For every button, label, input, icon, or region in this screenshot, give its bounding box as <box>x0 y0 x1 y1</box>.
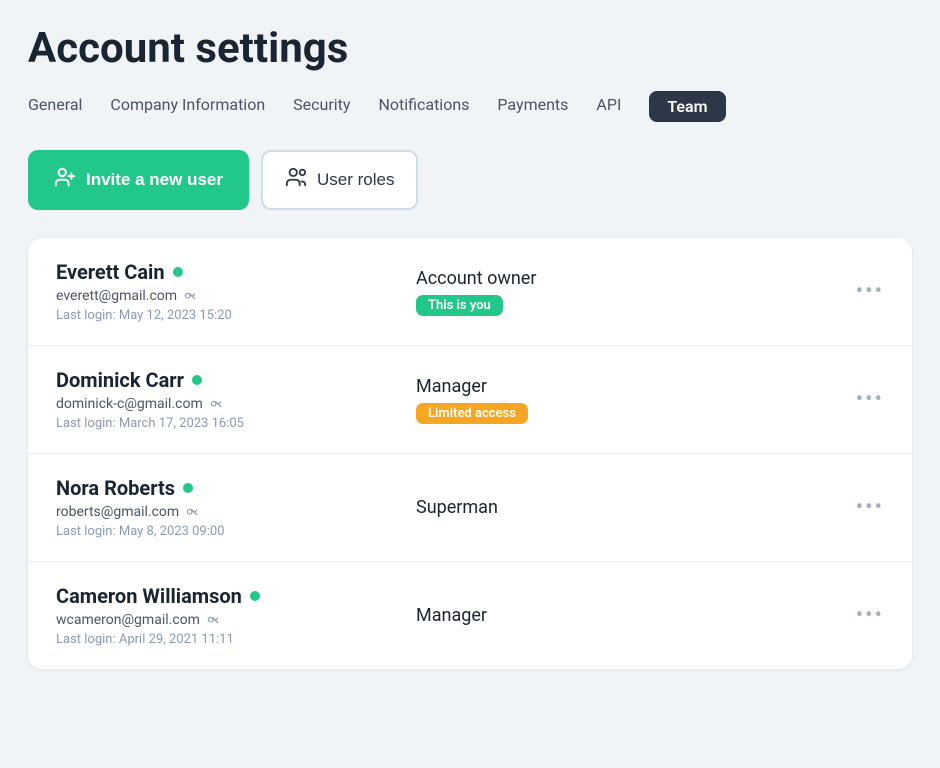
online-status-indicator <box>173 267 183 277</box>
user-name: Nora Roberts <box>56 476 175 500</box>
invite-icon <box>54 166 76 194</box>
invite-new-user-button[interactable]: Invite a new user <box>28 150 249 210</box>
user-email: everett@gmail.com <box>56 288 177 304</box>
user-info: Dominick Carr dominick-c@gmail.com Last lo… <box>56 368 376 431</box>
table-row: Everett Cain everett@gmail.com Last login:… <box>28 238 912 346</box>
user-email: wcameron@gmail.com <box>56 612 200 628</box>
user-name: Everett Cain <box>56 260 165 284</box>
more-options-button[interactable]: ••• <box>856 603 884 628</box>
roles-button-label: User roles <box>317 170 394 190</box>
tab-nav: General Company Information Security Notifi… <box>28 91 912 122</box>
more-options-button[interactable]: ••• <box>856 387 884 412</box>
user-name: Dominick Carr <box>56 368 184 392</box>
key-icon <box>185 503 199 521</box>
user-role: Manager <box>416 605 616 626</box>
action-bar: Invite a new user User roles <box>28 150 912 210</box>
last-login: Last login: May 12, 2023 15:20 <box>56 308 376 323</box>
tab-security[interactable]: Security <box>293 91 350 122</box>
user-info: Everett Cain everett@gmail.com Last login:… <box>56 260 376 323</box>
user-email: roberts@gmail.com <box>56 504 179 520</box>
this-is-you-badge: This is you <box>416 295 503 316</box>
tab-general[interactable]: General <box>28 91 82 122</box>
tab-team[interactable]: Team <box>649 91 725 122</box>
roles-icon <box>285 166 307 194</box>
table-row: Dominick Carr dominick-c@gmail.com Last lo… <box>28 346 912 454</box>
last-login: Last login: March 17, 2023 16:05 <box>56 416 376 431</box>
tab-api[interactable]: API <box>596 91 621 122</box>
online-status-indicator <box>183 483 193 493</box>
user-role: Superman <box>416 497 616 518</box>
page-title: Account settings <box>28 24 912 73</box>
invite-button-label: Invite a new user <box>86 170 223 190</box>
online-status-indicator <box>192 375 202 385</box>
more-options-button[interactable]: ••• <box>856 279 884 304</box>
table-row: Cameron Williamson wcameron@gmail.com Last… <box>28 562 912 669</box>
last-login: Last login: May 8, 2023 09:00 <box>56 524 376 539</box>
online-status-indicator <box>250 591 260 601</box>
more-options-button[interactable]: ••• <box>856 495 884 520</box>
user-roles-button[interactable]: User roles <box>261 150 418 210</box>
tab-company-info[interactable]: Company Information <box>110 91 265 122</box>
user-role: Manager <box>416 376 616 397</box>
user-info: Nora Roberts roberts@gmail.com Last login:… <box>56 476 376 539</box>
limited-access-badge: Limited access <box>416 403 528 424</box>
tab-notifications[interactable]: Notifications <box>378 91 469 122</box>
user-email: dominick-c@gmail.com <box>56 396 203 412</box>
user-role: Account owner <box>416 268 616 289</box>
key-icon <box>209 395 223 413</box>
key-icon <box>206 611 220 629</box>
user-info: Cameron Williamson wcameron@gmail.com Last… <box>56 584 376 647</box>
key-icon <box>183 287 197 305</box>
tab-payments[interactable]: Payments <box>497 91 568 122</box>
table-row: Nora Roberts roberts@gmail.com Last login:… <box>28 454 912 562</box>
last-login: Last login: April 29, 2021 11:11 <box>56 632 376 647</box>
users-list: Everett Cain everett@gmail.com Last login:… <box>28 238 912 669</box>
user-name: Cameron Williamson <box>56 584 242 608</box>
